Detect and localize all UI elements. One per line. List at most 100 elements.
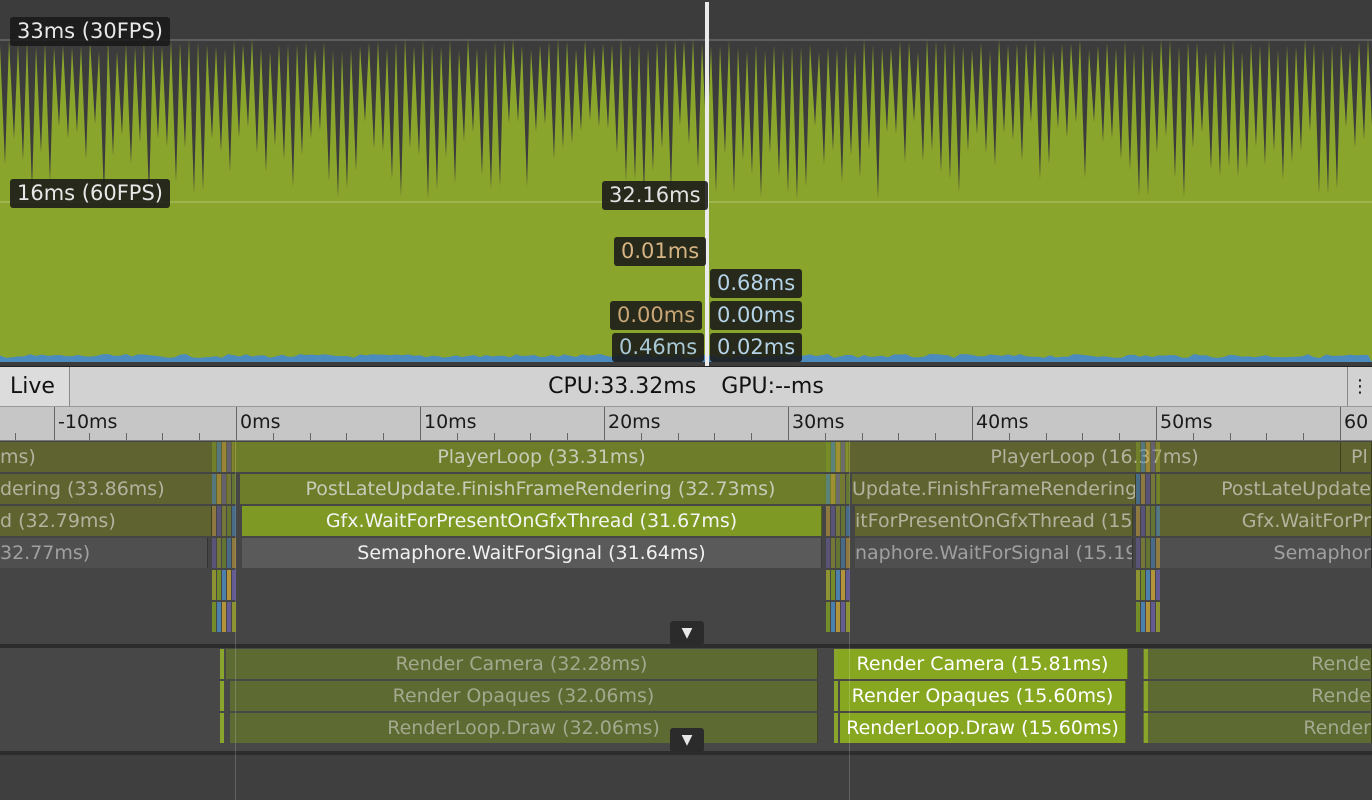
sample-render-opaques-far[interactable]: Rende — [1143, 681, 1372, 711]
small-sample[interactable] — [222, 602, 226, 632]
small-sample[interactable] — [1144, 713, 1148, 743]
sample-renderloop-draw[interactable]: RenderLoop.Draw (32.06ms) — [230, 713, 818, 743]
small-sample[interactable] — [1136, 538, 1140, 568]
cpu-usage-chart[interactable]: 33ms (30FPS) 16ms (60FPS) 32.16ms 0.01ms… — [0, 0, 1372, 367]
small-sample[interactable] — [826, 570, 830, 600]
sample-playerloop[interactable]: PlayerLoop (33.31ms) — [235, 442, 849, 472]
small-sample[interactable] — [846, 602, 850, 632]
sample-render-camera-far[interactable]: Rende — [1143, 649, 1372, 679]
sample-render-opaques[interactable]: Render Opaques (32.06ms) — [230, 681, 818, 711]
small-sample[interactable] — [1136, 442, 1140, 472]
small-sample[interactable] — [220, 713, 224, 743]
small-sample[interactable] — [1151, 474, 1155, 504]
small-sample[interactable] — [836, 570, 840, 600]
triangle-down-icon[interactable]: ▼ — [670, 621, 704, 645]
small-sample[interactable] — [1136, 570, 1140, 600]
small-sample[interactable] — [1151, 570, 1155, 600]
small-sample[interactable] — [220, 649, 224, 679]
small-sample[interactable] — [232, 442, 236, 472]
small-sample[interactable] — [1136, 506, 1140, 536]
small-sample[interactable] — [826, 602, 830, 632]
small-sample[interactable] — [831, 602, 835, 632]
small-sample[interactable] — [836, 442, 840, 472]
small-sample[interactable] — [846, 538, 850, 568]
small-sample[interactable] — [846, 570, 850, 600]
small-sample[interactable] — [222, 442, 226, 472]
small-sample[interactable] — [222, 474, 226, 504]
small-sample[interactable] — [227, 442, 231, 472]
sample-finishframe[interactable]: PostLateUpdate.FinishFrameRendering (32.… — [240, 474, 842, 504]
small-sample[interactable] — [1156, 506, 1160, 536]
small-sample[interactable] — [831, 538, 835, 568]
small-sample[interactable] — [841, 602, 845, 632]
small-sample[interactable] — [834, 649, 838, 679]
small-sample[interactable] — [227, 474, 231, 504]
small-sample[interactable] — [1141, 442, 1145, 472]
small-sample[interactable] — [1146, 570, 1150, 600]
kebab-menu-icon[interactable]: ⋮ — [1347, 367, 1372, 406]
small-sample[interactable] — [1151, 538, 1155, 568]
small-sample[interactable] — [217, 442, 221, 472]
small-sample[interactable] — [1144, 649, 1148, 679]
small-sample[interactable] — [841, 538, 845, 568]
small-sample[interactable] — [826, 506, 830, 536]
sample-finishframe-far[interactable]: PostLateUpdate — [1157, 474, 1372, 504]
small-sample[interactable] — [1151, 602, 1155, 632]
sample-playerloop-next[interactable]: PlayerLoop (16.37ms) — [849, 442, 1341, 472]
sample-render-camera[interactable]: Render Camera (32.28ms) — [226, 649, 818, 679]
small-sample[interactable] — [1146, 474, 1150, 504]
small-sample[interactable] — [220, 681, 224, 711]
time-ruler[interactable]: -10ms 0ms 10ms 20ms 30ms 40ms 50ms 60 — [0, 407, 1372, 441]
sample-semaphore-prev[interactable]: 32.77ms) — [0, 538, 208, 568]
small-sample[interactable] — [1144, 681, 1148, 711]
small-sample[interactable] — [1146, 538, 1150, 568]
small-sample[interactable] — [222, 538, 226, 568]
small-sample[interactable] — [1151, 506, 1155, 536]
small-sample[interactable] — [1141, 506, 1145, 536]
small-sample[interactable] — [222, 570, 226, 600]
small-sample[interactable] — [846, 506, 850, 536]
small-sample[interactable] — [836, 602, 840, 632]
small-sample[interactable] — [834, 681, 838, 711]
small-sample[interactable] — [227, 506, 231, 536]
small-sample[interactable] — [841, 442, 845, 472]
small-sample[interactable] — [831, 570, 835, 600]
small-sample[interactable] — [227, 602, 231, 632]
small-sample[interactable] — [212, 602, 216, 632]
sample-semaphore-far[interactable]: Semaphor — [1157, 538, 1372, 568]
small-sample[interactable] — [232, 538, 236, 568]
small-sample[interactable] — [831, 506, 835, 536]
small-sample[interactable] — [1156, 538, 1160, 568]
sample-finishframe-prev[interactable]: dering (33.86ms) — [0, 474, 228, 504]
small-sample[interactable] — [1156, 442, 1160, 472]
small-sample[interactable] — [826, 538, 830, 568]
small-sample[interactable] — [846, 474, 850, 504]
small-sample[interactable] — [1141, 570, 1145, 600]
sample-render-opaques-next[interactable]: Render Opaques (15.60ms) — [840, 681, 1126, 711]
sample-semaphore-next[interactable]: naphore.WaitForSignal (15.19 — [855, 538, 1133, 568]
sample-render-camera-next[interactable]: Render Camera (15.81ms) — [838, 649, 1128, 679]
small-sample[interactable] — [846, 442, 850, 472]
timeline-view[interactable]: ms) PlayerLoop (33.31ms) PlayerLoop (16.… — [0, 441, 1372, 800]
sample-playerloop-far[interactable]: Pl — [1341, 442, 1372, 472]
small-sample[interactable] — [212, 506, 216, 536]
small-sample[interactable] — [217, 602, 221, 632]
small-sample[interactable] — [1141, 538, 1145, 568]
small-sample[interactable] — [212, 538, 216, 568]
small-sample[interactable] — [232, 474, 236, 504]
sample-waitforpresent-far[interactable]: Gfx.WaitForPr — [1157, 506, 1372, 536]
small-sample[interactable] — [1141, 474, 1145, 504]
small-sample[interactable] — [831, 442, 835, 472]
triangle-down-icon[interactable]: ▼ — [670, 728, 704, 752]
small-sample[interactable] — [217, 474, 221, 504]
small-sample[interactable] — [826, 442, 830, 472]
small-sample[interactable] — [212, 570, 216, 600]
sample-waitforpresent[interactable]: Gfx.WaitForPresentOnGfxThread (31.67ms) — [242, 506, 822, 536]
small-sample[interactable] — [1151, 442, 1155, 472]
small-sample[interactable] — [831, 474, 835, 504]
small-sample[interactable] — [1141, 602, 1145, 632]
sample-semaphore[interactable]: Semaphore.WaitForSignal (31.64ms) — [242, 538, 822, 568]
small-sample[interactable] — [222, 506, 226, 536]
small-sample[interactable] — [232, 506, 236, 536]
sample-renderloop-draw-next[interactable]: RenderLoop.Draw (15.60ms) — [840, 713, 1126, 743]
